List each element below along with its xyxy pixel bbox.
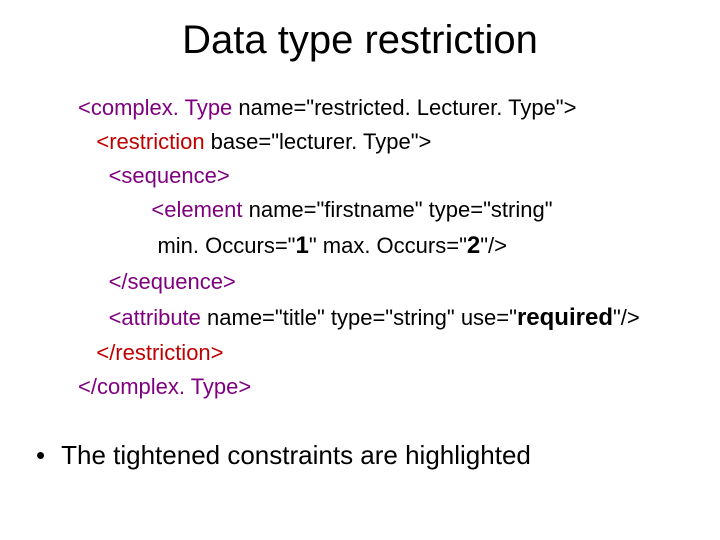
code-tag: <element — [151, 197, 248, 222]
highlighted-value: required — [517, 304, 613, 331]
code-tag: <restriction — [96, 129, 210, 154]
code-text: name="firstname" type="string" — [249, 197, 553, 222]
code-text: min. Occurs=" — [157, 233, 295, 258]
code-tag: <sequence> — [109, 163, 230, 188]
code-tag: <complex. Type — [78, 95, 238, 120]
bullet-dot: • — [36, 440, 45, 470]
code-text: base="lecturer. Type"> — [211, 129, 432, 154]
slide-title: Data type restriction — [30, 18, 690, 63]
code-block: <complex. Type name="restricted. Lecture… — [78, 91, 690, 404]
code-tag: </complex. Type> — [78, 374, 251, 399]
code-text: " max. Occurs=" — [309, 233, 467, 258]
code-text: name="title" type="string" use=" — [207, 305, 517, 330]
code-tag: <attribute — [109, 305, 207, 330]
code-text: name="restricted. Lecturer. Type"> — [238, 95, 576, 120]
code-tag: </restriction> — [96, 340, 223, 365]
slide: Data type restriction <complex. Type nam… — [0, 0, 720, 540]
highlighted-value: 1 — [295, 232, 308, 259]
code-tag: </sequence> — [109, 269, 236, 294]
bullet-text: The tightened constraints are highlighte… — [61, 440, 531, 470]
highlighted-value: 2 — [467, 232, 480, 259]
code-text: "/> — [480, 233, 507, 258]
bullet-item: • The tightened constraints are highlight… — [36, 440, 690, 471]
code-text: "/> — [613, 305, 640, 330]
